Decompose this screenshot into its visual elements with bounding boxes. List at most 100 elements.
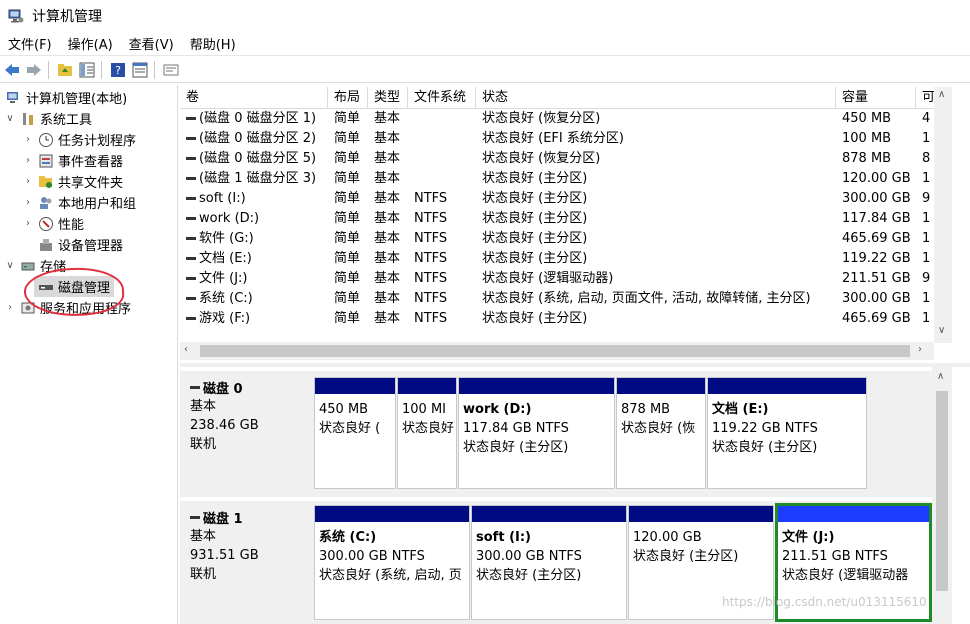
volume-icon	[186, 277, 196, 280]
back-arrow-icon[interactable]	[2, 60, 22, 80]
table-row[interactable]: 文件 (J:) 简单 基本 NTFS 状态良好 (逻辑驱动器) 211.51 G…	[180, 269, 952, 289]
chevron-down-icon[interactable]: ∨	[4, 260, 16, 271]
tools-icon	[20, 111, 36, 127]
menu-view[interactable]: 查看(V)	[121, 34, 182, 53]
volume-icon	[186, 317, 196, 320]
table-row[interactable]: (磁盘 0 磁盘分区 2) 简单 基本 状态良好 (EFI 系统分区) 100 …	[180, 129, 952, 149]
partition[interactable]: 878 MB 状态良好 (恢	[616, 377, 706, 489]
table-row[interactable]: (磁盘 1 磁盘分区 3) 简单 基本 状态良好 (主分区) 120.00 GB…	[180, 169, 952, 189]
tree-item-performance[interactable]: › 性能	[22, 213, 84, 234]
tree-label: 共享文件夹	[58, 176, 124, 191]
cell-type: 基本	[374, 151, 401, 166]
table-row[interactable]: 软件 (G:) 简单 基本 NTFS 状态良好 (主分区) 465.69 GB …	[180, 229, 952, 249]
tree-item-computer-management[interactable]: 计算机管理(本地)	[2, 87, 127, 108]
partition[interactable]: 系统 (C:) 300.00 GB NTFS 状态良好 (系统, 启动, 页	[314, 505, 470, 620]
partition[interactable]: work (D:) 117.84 GB NTFS 状态良好 (主分区)	[458, 377, 615, 489]
table-horizontal-scrollbar[interactable]: ‹ ›	[180, 342, 934, 360]
vertical-scroll-thumb[interactable]	[936, 391, 948, 591]
disk-type: 基本	[190, 529, 217, 544]
chevron-right-icon[interactable]: ›	[22, 176, 34, 187]
table-row[interactable]: 系统 (C:) 简单 基本 NTFS 状态良好 (系统, 启动, 页面文件, 活…	[180, 289, 952, 309]
tree-label: 本地用户和组	[58, 197, 137, 212]
cell-layout: 简单	[334, 151, 361, 166]
column-header-status[interactable]: 状态	[476, 87, 836, 109]
storage-icon	[20, 258, 36, 274]
help-icon[interactable]: ?	[108, 60, 128, 80]
partition[interactable]: 450 MB 状态良好 (	[314, 377, 396, 489]
column-header-filesystem[interactable]: 文件系统	[408, 87, 476, 109]
chevron-down-icon[interactable]: ∨	[4, 113, 16, 124]
table-row[interactable]: (磁盘 0 磁盘分区 5) 简单 基本 状态良好 (恢复分区) 878 MB 8	[180, 149, 952, 169]
table-row[interactable]: (磁盘 0 磁盘分区 1) 简单 基本 状态良好 (恢复分区) 450 MB 4	[180, 109, 952, 129]
chevron-right-icon[interactable]: ›	[22, 134, 34, 145]
disk-view-vertical-scrollbar[interactable]: ∧	[932, 367, 952, 624]
tree-label: 任务计划程序	[58, 134, 137, 149]
content-pane: 卷 布局 类型 文件系统 状态 容量 可 (磁盘 0 磁盘分区 1) 简单 基本…	[180, 85, 970, 624]
cell-volume: 文档 (E:)	[199, 251, 252, 266]
chevron-right-icon[interactable]: ›	[22, 218, 34, 229]
menu-bar: 文件(F) 操作(A) 查看(V) 帮助(H)	[0, 32, 970, 56]
partition-bar	[315, 378, 395, 394]
cell-status: 状态良好 (EFI 系统分区)	[482, 131, 624, 146]
list-view-icon[interactable]	[161, 60, 181, 80]
cell-type: 基本	[374, 271, 401, 286]
scroll-right-icon[interactable]: ›	[918, 344, 922, 355]
chevron-right-icon[interactable]: ›	[22, 155, 34, 166]
tree-item-event-viewer[interactable]: › 事件查看器	[22, 150, 123, 171]
partition-bar	[398, 378, 456, 394]
disk-name: 磁盘 0	[203, 381, 243, 397]
performance-icon	[38, 216, 54, 232]
chevron-right-icon[interactable]: ›	[22, 197, 34, 208]
partition[interactable]: soft (I:) 300.00 GB NTFS 状态良好 (主分区)	[471, 505, 627, 620]
tree-item-shared-folders[interactable]: › 共享文件夹	[22, 171, 123, 192]
cell-filesystem: NTFS	[414, 231, 448, 246]
disk-size: 238.46 GB	[190, 418, 259, 433]
table-row[interactable]: 文档 (E:) 简单 基本 NTFS 状态良好 (主分区) 119.22 GB …	[180, 249, 952, 269]
menu-action[interactable]: 操作(A)	[60, 34, 121, 53]
column-header-layout[interactable]: 布局	[328, 87, 368, 109]
cell-type: 基本	[374, 211, 401, 226]
forward-arrow-icon[interactable]	[24, 60, 44, 80]
title-bar: 计算机管理	[0, 0, 970, 32]
scroll-left-icon[interactable]: ‹	[184, 344, 188, 355]
cell-type: 基本	[374, 131, 401, 146]
disk-1-label[interactable]: 磁盘 1 基本 931.51 GB 联机	[180, 501, 314, 624]
tree-label: 事件查看器	[58, 155, 124, 170]
partition[interactable]: 文档 (E:) 119.22 GB NTFS 状态良好 (主分区)	[707, 377, 867, 489]
cell-status: 状态良好 (恢复分区)	[482, 151, 601, 166]
tree-item-task-scheduler[interactable]: › 任务计划程序	[22, 129, 136, 150]
column-header-capacity[interactable]: 容量	[836, 87, 916, 109]
partition-size: 300.00 GB NTFS	[319, 549, 425, 564]
cell-volume: (磁盘 1 磁盘分区 3)	[199, 171, 317, 186]
cell-type: 基本	[374, 191, 401, 206]
cell-capacity: 465.69 GB	[842, 311, 911, 326]
properties-icon[interactable]	[130, 60, 150, 80]
column-header-volume[interactable]: 卷	[180, 87, 328, 109]
partition-size: 450 MB	[319, 402, 369, 417]
table-row[interactable]: 游戏 (F:) 简单 基本 NTFS 状态良好 (主分区) 465.69 GB …	[180, 309, 952, 329]
scroll-up-icon[interactable]: ∧	[938, 89, 945, 100]
disk-graphical-view: 磁盘 0 基本 238.46 GB 联机 450 MB 状态良好 ( 100 M…	[180, 367, 952, 624]
table-row[interactable]: soft (I:) 简单 基本 NTFS 状态良好 (主分区) 300.00 G…	[180, 189, 952, 209]
scroll-down-icon[interactable]: ∨	[938, 325, 945, 336]
scroll-up-icon[interactable]: ∧	[937, 371, 944, 382]
chevron-right-icon[interactable]: ›	[4, 302, 16, 313]
partition-status: 状态良好 (	[319, 421, 381, 436]
tree-item-system-tools[interactable]: ∨ 系统工具	[4, 108, 92, 129]
column-header-type[interactable]: 类型	[368, 87, 408, 109]
tree-item-device-manager[interactable]: 设备管理器	[34, 234, 123, 255]
partition-size: 100 MI	[402, 402, 446, 417]
partition[interactable]: 100 MI 状态良好	[397, 377, 457, 489]
menu-file[interactable]: 文件(F)	[0, 34, 60, 53]
horizontal-scroll-thumb[interactable]	[200, 345, 910, 357]
cell-capacity: 450 MB	[842, 111, 892, 126]
up-folder-icon[interactable]	[55, 60, 75, 80]
table-vertical-scrollbar[interactable]: ∧ ∨	[934, 87, 952, 343]
disk-icon	[190, 385, 200, 389]
cell-volume: 文件 (J:)	[199, 271, 248, 286]
tree-item-local-users-groups[interactable]: › 本地用户和组	[22, 192, 136, 213]
disk-0-label[interactable]: 磁盘 0 基本 238.46 GB 联机	[180, 371, 314, 497]
table-row[interactable]: work (D:) 简单 基本 NTFS 状态良好 (主分区) 117.84 G…	[180, 209, 952, 229]
menu-help[interactable]: 帮助(H)	[182, 34, 244, 53]
show-hide-tree-icon[interactable]	[77, 60, 97, 80]
